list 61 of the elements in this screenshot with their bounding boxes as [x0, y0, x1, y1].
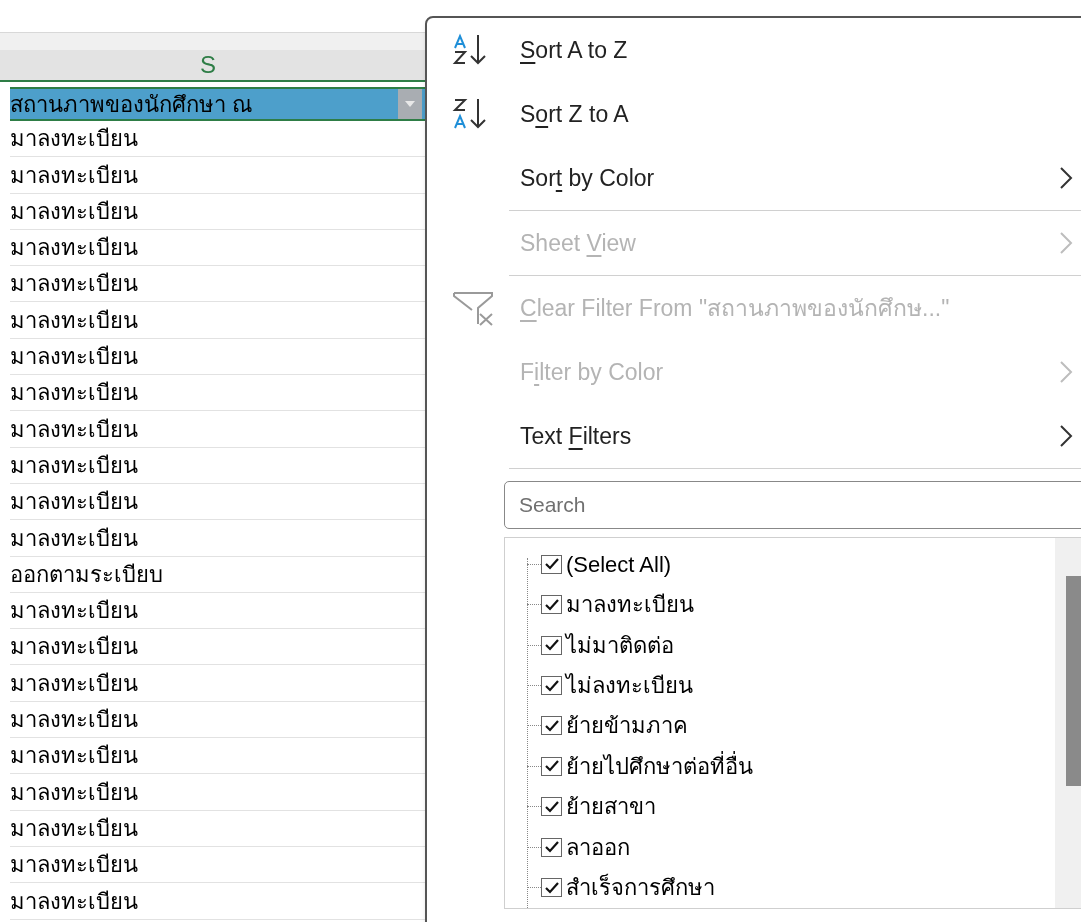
menu-item[interactable]: Sort Z to A	[427, 82, 1079, 146]
chevron-right-icon	[1059, 231, 1073, 255]
table-cell-text: มาลงทะเบียน	[10, 197, 138, 226]
table-cell-text: มาลงทะเบียน	[10, 524, 138, 553]
checkbox[interactable]	[541, 676, 562, 696]
checkmark-icon	[544, 639, 559, 652]
scrollbar-thumb[interactable]	[1066, 576, 1081, 786]
table-cell-text: มาลงทะเบียน	[10, 451, 138, 480]
chevron-right-icon	[1059, 360, 1073, 384]
table-cell-text: มาลงทะเบียน	[10, 415, 138, 444]
checkbox[interactable]	[541, 878, 562, 898]
value-label[interactable]: สำเร็จการศึกษา	[566, 871, 715, 905]
table-cell-text: มาลงทะเบียน	[10, 379, 138, 408]
value-label[interactable]: ย้ายไปศึกษาต่อที่อื่น	[566, 749, 753, 783]
checkbox[interactable]	[541, 595, 562, 615]
chevron-right-icon	[1059, 424, 1073, 448]
table-cell-text: มาลงทะเบียน	[10, 270, 138, 299]
checkbox[interactable]	[541, 635, 562, 655]
checkbox[interactable]	[541, 797, 562, 817]
value-label[interactable]: ย้ายข้ามภาค	[566, 709, 688, 743]
table-cell-text: มาลงทะเบียน	[10, 669, 138, 698]
table-cell-text: มาลงทะเบียน	[10, 633, 138, 662]
table-cell-text: มาลงทะเบียน	[10, 778, 138, 807]
table-cell-text: มาลงทะเบียน	[10, 851, 138, 880]
value-label[interactable]: ไม่มาติดต่อ	[566, 628, 674, 662]
checkmark-icon	[544, 598, 559, 611]
table-cell-text: มาลงทะเบียน	[10, 234, 138, 263]
table-cell-text: ออกตามระเบียบ	[10, 560, 163, 589]
value-label[interactable]: มาลงทะเบียน	[566, 588, 694, 622]
checkmark-icon	[544, 760, 559, 773]
table-cell-text: มาลงทะเบียน	[10, 488, 138, 517]
table-cell-text: มาลงทะเบียน	[10, 597, 138, 626]
checkmark-icon	[544, 841, 559, 854]
table-cell-text: มาลงทะเบียน	[10, 125, 138, 154]
value-label[interactable]: ลาออก	[566, 830, 630, 864]
checkmark-icon	[544, 719, 559, 732]
checkbox[interactable]	[541, 716, 562, 736]
clear-filter-icon	[452, 290, 494, 326]
table-cell-text: มาลงทะเบียน	[10, 706, 138, 735]
checkbox[interactable]	[541, 837, 562, 857]
caret-down-icon	[405, 101, 415, 107]
table-cell-text: มาลงทะเบียน	[10, 814, 138, 843]
checkmark-icon	[544, 800, 559, 813]
checkbox[interactable]	[541, 554, 562, 574]
chevron-right-icon	[1059, 166, 1073, 190]
table-cell-text: มาลงทะเบียน	[10, 161, 138, 190]
table-cell-text: มาลงทะเบียน	[10, 742, 138, 771]
menu-item[interactable]: Sort A to Z	[427, 18, 1079, 82]
checkmark-icon	[544, 558, 559, 571]
value-label[interactable]: (Select All)	[566, 547, 672, 581]
table-cell-text: มาลงทะเบียน	[10, 306, 138, 335]
search-field[interactable]: Search	[504, 481, 1081, 529]
menu-item[interactable]: Sort by Color	[427, 146, 1079, 210]
value-label[interactable]: ย้ายสาขา	[566, 790, 656, 824]
table-cell-text: มาลงทะเบียน	[10, 887, 138, 916]
menu-item[interactable]: Text Filters	[427, 404, 1079, 468]
table-cell-text: มาลงทะเบียน	[10, 343, 138, 372]
checkmark-icon	[544, 881, 559, 894]
value-label[interactable]: ไม่ลงทะเบียน	[566, 669, 693, 703]
checkmark-icon	[544, 679, 559, 692]
checkbox[interactable]	[541, 756, 562, 776]
